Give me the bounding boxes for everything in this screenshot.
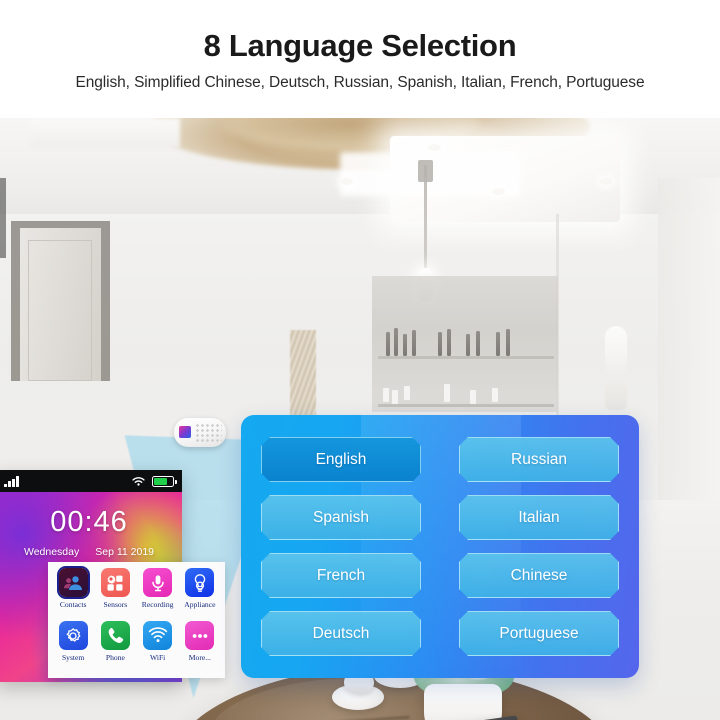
header: 8 Language Selection English, Simplified… [0, 0, 720, 118]
bulb-icon [185, 568, 215, 597]
bottle [476, 331, 480, 356]
language-button-spanish[interactable]: Spanish [261, 495, 421, 540]
app-item-more[interactable]: More... [179, 621, 221, 674]
bar-recess [372, 276, 558, 412]
page-subtitle: English, Simplified Chinese, Deutsch, Ru… [75, 74, 645, 91]
app-item-system[interactable]: System [52, 621, 94, 674]
bottle [403, 334, 407, 356]
app-label: Phone [105, 653, 125, 662]
bottle [386, 332, 390, 356]
bottle [466, 334, 470, 356]
wall-art [290, 330, 316, 422]
app-item-appliance[interactable]: Appliance [179, 568, 221, 621]
app-label: More... [188, 653, 211, 662]
gear-icon [58, 621, 88, 650]
bar-glassware [444, 384, 450, 402]
bar-shelf [378, 356, 554, 359]
bar-glassware [392, 390, 398, 404]
battery-icon [152, 475, 177, 487]
app-label: WiFi [149, 653, 166, 662]
clock-date: Sep 11 2019 [95, 546, 155, 558]
bottle [506, 329, 510, 356]
ceiling-notch [30, 118, 180, 148]
bottle [438, 332, 442, 356]
bottle [394, 328, 398, 356]
tablet-clock-date: Wednesday Sep 11 2019 [0, 546, 182, 558]
language-button-italian[interactable]: Italian [459, 495, 619, 540]
tablet-status-bar [0, 470, 182, 492]
app-label: Recording [141, 600, 174, 609]
wifi-icon [143, 621, 173, 650]
downlight [492, 188, 505, 195]
bottle [447, 329, 451, 356]
language-button-portuguese[interactable]: Portuguese [459, 611, 619, 656]
bottle [496, 332, 500, 356]
ellipsis-icon [185, 621, 215, 650]
page-title: 8 Language Selection [203, 28, 517, 63]
app-item-phone[interactable]: Phone [94, 621, 136, 674]
language-button-chinese[interactable]: Chinese [459, 553, 619, 598]
phone-icon [100, 621, 130, 650]
app-item-wifi[interactable]: WiFi [137, 621, 179, 674]
wall-corner-shadow [0, 178, 6, 258]
app-label: Contacts [59, 600, 87, 609]
room-scene: 00:46 Wednesday Sep 11 2019 Contacts Sen… [0, 118, 720, 720]
plant-pot [424, 684, 502, 720]
downlight [428, 144, 441, 151]
tablet-clock-time: 00:46 [50, 506, 128, 538]
contacts-icon [58, 568, 88, 597]
bar-glassware [492, 388, 498, 402]
bar-glassware [404, 386, 410, 400]
bar-shelf [378, 404, 554, 407]
app-label: Sensors [103, 600, 128, 609]
microphone-icon [143, 568, 173, 597]
language-button-french[interactable]: French [261, 553, 421, 598]
sensors-icon [100, 568, 130, 597]
status-bar-right [131, 475, 177, 487]
wall-sculpture [605, 326, 627, 410]
bar-glassware [383, 388, 389, 402]
language-selection-panel: English Russian Spanish Italian French C… [241, 415, 639, 678]
language-button-english[interactable]: English [261, 437, 421, 482]
door-panel-inset [28, 240, 92, 381]
app-item-recording[interactable]: Recording [137, 568, 179, 621]
bar-glassware [470, 390, 476, 404]
downlight [340, 178, 353, 185]
device-mini-screen [179, 426, 191, 438]
app-grid-panel: Contacts Sensors Recording Appliance Sys… [48, 562, 225, 678]
wall-right-column [658, 178, 720, 508]
downlight [600, 178, 613, 185]
bottle [412, 330, 416, 356]
signal-bars-icon [4, 475, 19, 487]
app-label: Appliance [184, 600, 216, 609]
wifi-icon [132, 476, 145, 486]
app-item-contacts[interactable]: Contacts [52, 568, 94, 621]
clock-weekday: Wednesday [23, 546, 80, 558]
page-root: 8 Language Selection English, Simplified… [0, 0, 720, 720]
language-button-deutsch[interactable]: Deutsch [261, 611, 421, 656]
app-label: System [61, 653, 85, 662]
pendant-rod [424, 165, 427, 283]
device-speaker-grid [195, 423, 222, 442]
wall-panel-device-icon [174, 418, 226, 447]
app-item-sensors[interactable]: Sensors [94, 568, 136, 621]
language-button-russian[interactable]: Russian [459, 437, 619, 482]
